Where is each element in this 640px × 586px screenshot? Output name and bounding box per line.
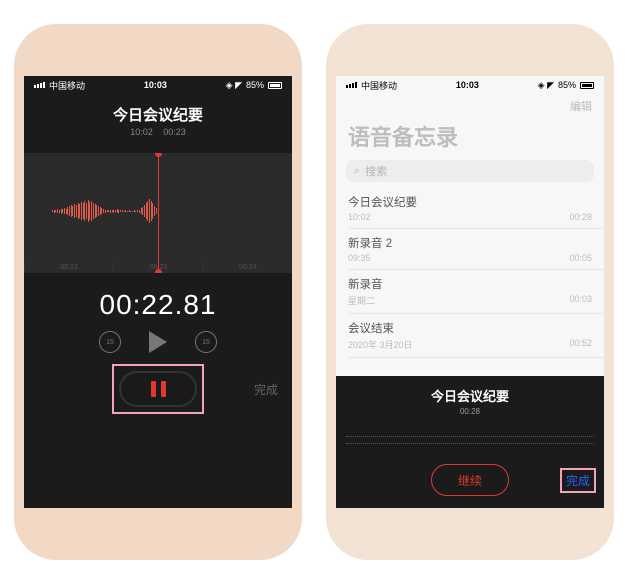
highlight-annotation: [117, 369, 199, 409]
phone-right: 中国移动 10:03 ◈ ◤ 85% 编辑 语音备忘录 ⌕ 搜索 今日会议纪要 …: [326, 24, 614, 560]
signal-icon: [346, 82, 357, 88]
list-item[interactable]: 新录音 2 09:3500:05: [348, 229, 604, 270]
list-item[interactable]: 新录音 星期二00:03: [348, 270, 604, 314]
mini-player: 今日会议纪要 00:28 继续 完成: [336, 376, 604, 508]
skip-back-15-button[interactable]: 15: [99, 331, 121, 353]
pause-icon: [151, 381, 166, 397]
edit-button[interactable]: 编辑: [336, 94, 604, 114]
skip-forward-15-button[interactable]: 15: [195, 331, 217, 353]
home-button[interactable]: [140, 518, 176, 554]
search-icon: ⌕: [354, 165, 360, 178]
list-item[interactable]: 会议结束 2020年 3月20日00:52: [348, 314, 604, 358]
wave-bars: [24, 197, 158, 225]
continue-button[interactable]: 继续: [431, 464, 509, 496]
search-input[interactable]: ⌕ 搜索: [346, 160, 594, 182]
battery-icon: [580, 82, 594, 89]
speaker: [137, 46, 179, 51]
player-title: 今日会议纪要: [336, 386, 604, 405]
battery-label: 85%: [558, 80, 576, 90]
battery-label: 85%: [246, 80, 264, 90]
player-duration: 00:28: [336, 407, 604, 416]
search-placeholder: 搜索: [365, 163, 387, 179]
pause-button[interactable]: [119, 371, 197, 407]
list-item[interactable]: 今日会议纪要 10:0200:28: [348, 188, 604, 229]
signal-icon: [34, 82, 45, 88]
speaker: [449, 46, 491, 51]
status-time: 10:03: [144, 80, 167, 90]
home-button[interactable]: [452, 518, 488, 554]
play-button[interactable]: [149, 331, 167, 353]
recording-title: 今日会议纪要: [24, 104, 292, 125]
phone-left: 中国移动 10:03 ◈ ◤ 85% 今日会议纪要 10:02 00:23: [14, 24, 302, 560]
waveform[interactable]: 00:22 00:23 00:24: [24, 153, 292, 273]
carrier-label: 中国移动: [361, 79, 397, 92]
done-button-disabled: 完成: [254, 381, 278, 398]
recordings-list: 今日会议纪要 10:0200:28 新录音 2 09:3500:05 新录音 星…: [336, 188, 604, 358]
mini-waveform[interactable]: [346, 424, 594, 456]
battery-icon: [268, 82, 282, 89]
screen-recording: 中国移动 10:03 ◈ ◤ 85% 今日会议纪要 10:02 00:23: [24, 76, 292, 508]
location-icon: ◈ ◤: [538, 80, 554, 91]
time-ticks: 00:22 00:23 00:24: [24, 262, 292, 271]
recording-subtitle: 10:02 00:23: [24, 127, 292, 137]
screen-list: 中国移动 10:03 ◈ ◤ 85% 编辑 语音备忘录 ⌕ 搜索 今日会议纪要 …: [336, 76, 604, 508]
playhead[interactable]: [158, 153, 159, 273]
location-icon: ◈ ◤: [226, 80, 242, 91]
bottom-controls: 完成: [24, 369, 292, 409]
status-bar: 中国移动 10:03 ◈ ◤ 85%: [336, 76, 604, 94]
status-time: 10:03: [456, 80, 479, 90]
done-button[interactable]: 完成: [562, 470, 594, 491]
recording-header: 今日会议纪要 10:02 00:23: [24, 94, 292, 141]
page-title: 语音备忘录: [336, 114, 604, 160]
status-bar: 中国移动 10:03 ◈ ◤ 85%: [24, 76, 292, 94]
elapsed-time: 00:22.81: [24, 289, 292, 321]
carrier-label: 中国移动: [49, 79, 85, 92]
transport-controls: 15 15: [24, 331, 292, 353]
